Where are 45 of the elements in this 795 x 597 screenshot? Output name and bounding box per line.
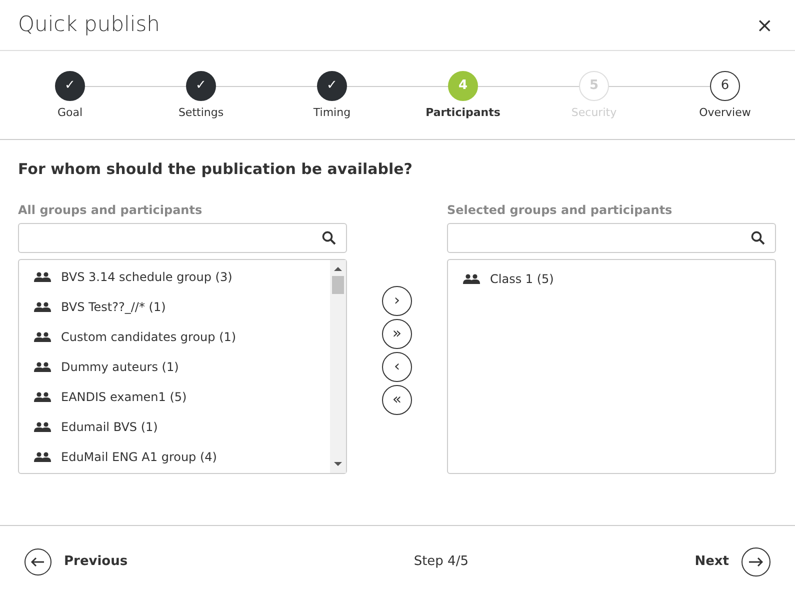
step-label: Overview — [699, 105, 751, 121]
close-button[interactable]: × — [756, 15, 773, 35]
step-label: Participants — [426, 105, 500, 121]
people-icon — [34, 302, 51, 312]
step-label: Settings — [178, 105, 224, 121]
step-marker[interactable]: ✓ — [317, 71, 347, 101]
step-marker[interactable]: 6 — [710, 71, 740, 101]
transfer-button[interactable]: › — [382, 286, 412, 316]
search-field[interactable] — [18, 222, 347, 252]
step-counter: Step 4/5 — [414, 552, 468, 571]
scrollbar[interactable] — [330, 260, 346, 472]
step-marker[interactable]: ✓ — [55, 71, 85, 101]
step-marker[interactable]: ✓ — [186, 71, 216, 101]
people-icon — [34, 392, 51, 402]
people-icon — [34, 452, 51, 462]
step-label: Goal — [57, 105, 83, 121]
window-title: Quick publish — [18, 11, 160, 38]
scroll-up-icon[interactable] — [334, 266, 342, 272]
transfer-button[interactable]: » — [382, 318, 412, 348]
transfer-button[interactable]: ‹ — [382, 352, 412, 382]
previous-button[interactable]: Previous — [24, 548, 128, 576]
group-item[interactable]: Edumail BVS (1) — [19, 412, 330, 442]
group-item[interactable]: BVS 3.14 schedule group (3) — [19, 262, 330, 292]
people-icon — [34, 422, 51, 432]
group-item[interactable]: Custom candidates group (1) — [19, 322, 330, 352]
search-icon — [322, 230, 336, 244]
group-item[interactable]: Class 1 (5) — [448, 262, 775, 296]
question-heading: For whom should the publication be available? — [18, 159, 414, 180]
step-label: Timing — [313, 105, 351, 121]
transfer-button[interactable]: « — [382, 384, 412, 414]
list-heading: Selected groups and participants — [447, 202, 674, 218]
people-icon — [34, 362, 51, 372]
people-icon — [34, 272, 51, 282]
scroll-down-icon[interactable] — [334, 460, 342, 466]
list-heading: All groups and participants — [18, 202, 204, 218]
people-icon — [463, 274, 480, 284]
group-item[interactable]: EANDIS examen1 (5) — [19, 382, 330, 412]
next-button[interactable]: Next — [694, 546, 771, 576]
search-icon — [751, 230, 765, 244]
group-item[interactable]: BVS Test??_//* (1) — [19, 292, 330, 322]
group-item[interactable]: Dummy auteurs (1) — [19, 352, 330, 382]
scrollbar-thumb[interactable] — [332, 276, 344, 294]
people-icon — [34, 332, 51, 342]
group-item[interactable]: EduMail ENG A1 group (4) — [19, 442, 330, 472]
search-field[interactable] — [447, 222, 776, 252]
